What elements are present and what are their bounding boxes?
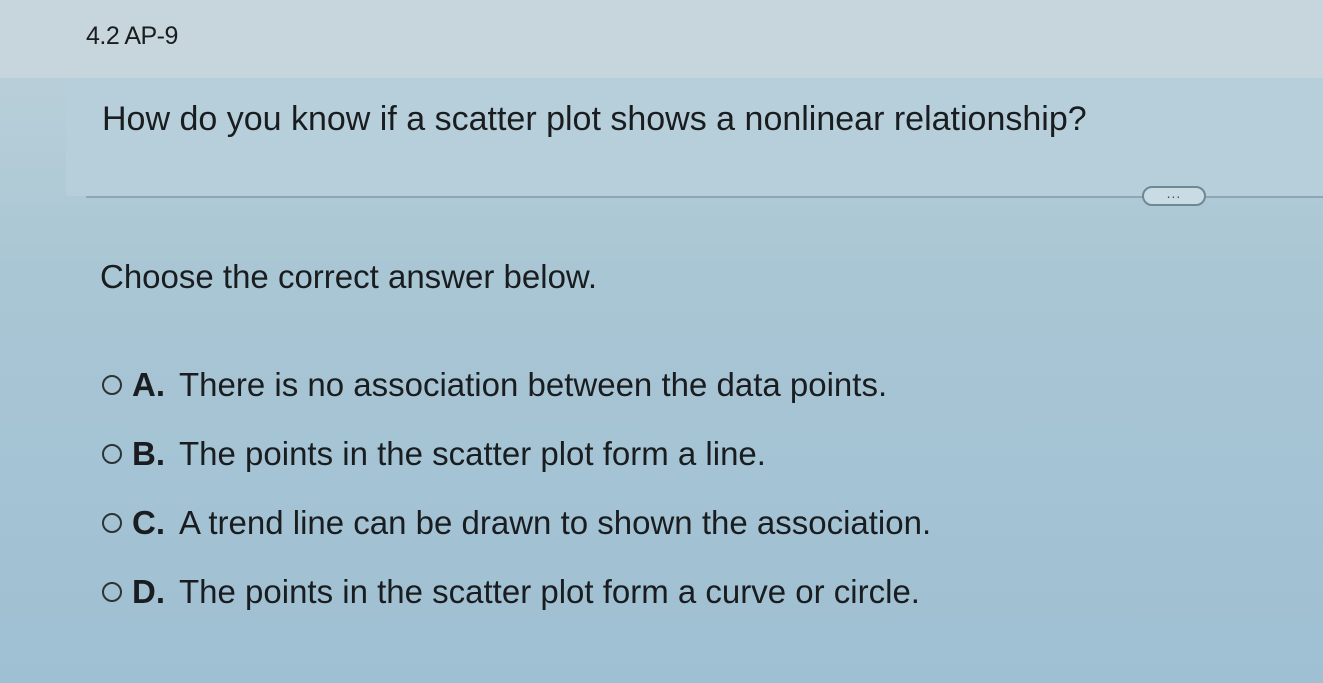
divider — [86, 196, 1323, 198]
choice-d[interactable]: D. The points in the scatter plot form a… — [102, 569, 931, 615]
choice-a[interactable]: A. There is no association between the d… — [102, 362, 931, 408]
choice-letter: D. — [132, 573, 165, 610]
ellipsis-icon: ... — [1166, 185, 1182, 201]
radio-button-icon[interactable] — [102, 444, 122, 464]
more-options-button[interactable]: ... — [1142, 186, 1206, 206]
choice-c[interactable]: C. A trend line can be drawn to shown th… — [102, 500, 931, 546]
choice-b[interactable]: B. The points in the scatter plot form a… — [102, 431, 931, 477]
choice-letter: C. — [132, 504, 165, 541]
radio-button-icon[interactable] — [102, 375, 122, 395]
choice-letter: A. — [132, 366, 165, 403]
radio-button-icon[interactable] — [102, 582, 122, 602]
question-text: How do you know if a scatter plot shows … — [102, 100, 1087, 138]
problem-id: 4.2 AP-9 — [86, 22, 178, 50]
answer-choices: A. There is no association between the d… — [102, 362, 931, 638]
radio-button-icon[interactable] — [102, 513, 122, 533]
choice-text: The points in the scatter plot form a li… — [179, 435, 766, 472]
choice-text: The points in the scatter plot form a cu… — [179, 573, 920, 610]
choice-text: There is no association between the data… — [179, 366, 888, 403]
top-bar: 4.2 AP-9 — [0, 0, 1323, 78]
choice-letter: B. — [132, 435, 165, 472]
answer-prompt: Choose the correct answer below. — [100, 258, 598, 295]
choice-text: A trend line can be drawn to shown the a… — [179, 504, 932, 541]
